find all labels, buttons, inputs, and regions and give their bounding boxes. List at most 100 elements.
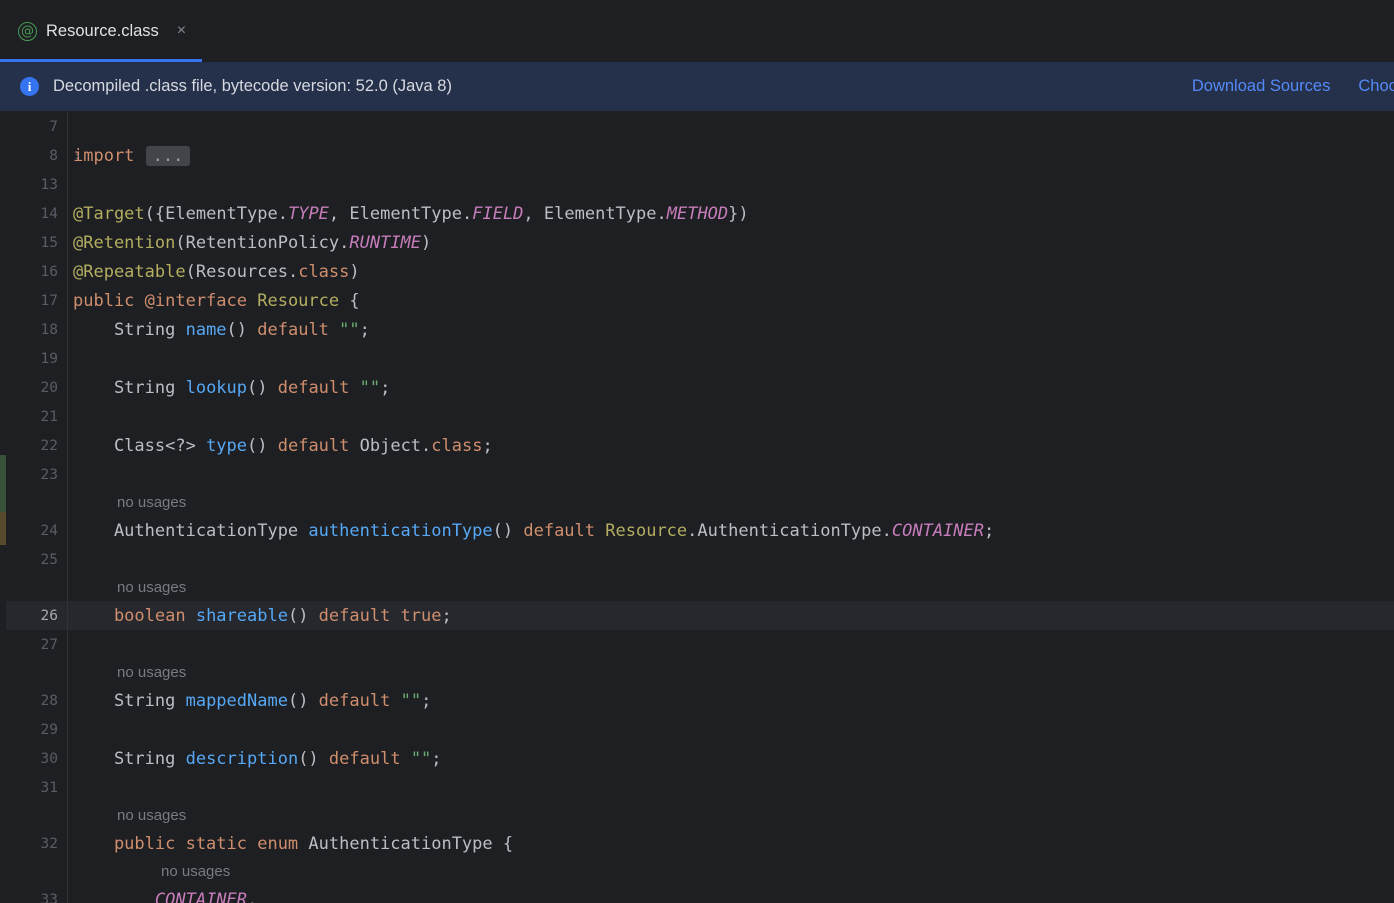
line-gutter[interactable]: 22 bbox=[0, 431, 68, 460]
code-text[interactable]: String lookup() default ""; bbox=[68, 373, 1394, 402]
code-line: 30 String description() default ""; bbox=[0, 744, 1394, 773]
code-text[interactable]: public @interface Resource { bbox=[68, 286, 1394, 315]
code-text[interactable]: public static enum AuthenticationType { bbox=[68, 829, 1394, 858]
fold-chevron-icon[interactable]: › bbox=[75, 149, 80, 163]
line-gutter[interactable]: 28 bbox=[0, 686, 68, 715]
code-text[interactable]: CONTAINER, bbox=[68, 885, 1394, 903]
code-line: 15 @Retention(RetentionPolicy. RUNTIME) bbox=[0, 228, 1394, 257]
vcs-change-marker[interactable] bbox=[0, 455, 6, 512]
code-text[interactable] bbox=[68, 630, 1394, 659]
annotation-at-icon: @ bbox=[18, 21, 37, 41]
code-line: 13 bbox=[0, 170, 1394, 199]
line-gutter[interactable]: 23 bbox=[0, 460, 68, 489]
code-text[interactable] bbox=[68, 715, 1394, 744]
line-gutter[interactable]: 14 bbox=[0, 199, 68, 228]
code-text[interactable] bbox=[68, 545, 1394, 574]
close-icon[interactable]: × bbox=[177, 23, 186, 39]
code-token: () bbox=[492, 520, 524, 541]
code-text[interactable]: String description() default ""; bbox=[68, 744, 1394, 773]
code-token: default bbox=[328, 748, 401, 769]
line-gutter[interactable]: 16 bbox=[0, 257, 68, 286]
code-line: 32 public static enum AuthenticationType… bbox=[0, 829, 1394, 858]
line-gutter[interactable]: 20 bbox=[0, 373, 68, 402]
code-text[interactable]: @Retention(RetentionPolicy. RUNTIME) bbox=[68, 228, 1394, 257]
code-token: mappedName bbox=[185, 690, 288, 711]
code-token: Resource bbox=[605, 520, 688, 541]
code-token: RUNTIME bbox=[349, 232, 422, 253]
code-token: String bbox=[73, 319, 186, 340]
code-line: 17 public @interface Resource { bbox=[0, 286, 1394, 315]
line-gutter[interactable]: 32 bbox=[0, 829, 68, 858]
choose-sources-link[interactable]: Choose So bbox=[1358, 77, 1394, 96]
inlay-hint[interactable]: no usages bbox=[68, 858, 1394, 885]
line-gutter[interactable]: 30 bbox=[0, 744, 68, 773]
line-gutter[interactable]: 21 bbox=[0, 402, 68, 431]
code-text[interactable] bbox=[68, 460, 1394, 489]
line-gutter[interactable]: 29 bbox=[0, 715, 68, 744]
code-token: "" bbox=[339, 319, 360, 340]
vcs-change-marker[interactable] bbox=[0, 512, 6, 545]
inlay-hint[interactable]: no usages bbox=[68, 574, 1394, 601]
code-text[interactable] bbox=[68, 344, 1394, 373]
line-gutter[interactable]: 7 bbox=[0, 112, 68, 141]
line-gutter[interactable]: 24 bbox=[0, 516, 68, 545]
code-token: CONTAINER bbox=[891, 520, 984, 541]
line-number: 23 bbox=[40, 466, 58, 483]
code-text[interactable] bbox=[68, 170, 1394, 199]
line-number: 13 bbox=[40, 176, 58, 193]
code-text[interactable]: boolean shareable() default true; bbox=[68, 601, 1394, 630]
tab-resource-class[interactable]: @ Resource.class × bbox=[0, 0, 203, 62]
code-text[interactable]: String mappedName() default ""; bbox=[68, 686, 1394, 715]
folded-imports-placeholder[interactable]: ... bbox=[145, 145, 191, 166]
line-gutter[interactable]: 8 › bbox=[0, 141, 80, 170]
code-text[interactable]: Class<?> type() default Object. class; bbox=[68, 431, 1394, 460]
code-text[interactable]: @Repeatable(Resources. class) bbox=[68, 257, 1394, 286]
code-text[interactable]: import ... bbox=[68, 141, 1394, 170]
line-gutter[interactable]: 26 bbox=[0, 601, 68, 630]
line-gutter[interactable]: 18 bbox=[0, 315, 68, 344]
code-text[interactable] bbox=[68, 402, 1394, 431]
download-sources-link[interactable]: Download Sources bbox=[1192, 77, 1331, 96]
line-number: 16 bbox=[40, 263, 58, 280]
code-text[interactable]: String name() default ""; bbox=[68, 315, 1394, 344]
code-token: ; bbox=[421, 690, 432, 711]
code-token: ) bbox=[349, 261, 360, 282]
inlay-hint-row: no usages bbox=[0, 574, 1394, 601]
no-usages-hint: no usages bbox=[161, 863, 231, 880]
line-gutter[interactable]: 15 bbox=[0, 228, 68, 257]
code-line: 21 bbox=[0, 402, 1394, 431]
code-line: 31 bbox=[0, 773, 1394, 802]
code-editor[interactable]: 7 8 › import ... 13 14 @Target({ElementType. TY… bbox=[0, 112, 1394, 903]
line-gutter[interactable]: 27 bbox=[0, 630, 68, 659]
line-number: 18 bbox=[40, 321, 58, 338]
line-gutter[interactable]: 25 bbox=[0, 545, 68, 574]
code-text[interactable]: AuthenticationType authenticationType() … bbox=[68, 516, 1394, 545]
inlay-hint[interactable]: no usages bbox=[68, 489, 1394, 516]
inlay-hint[interactable]: no usages bbox=[68, 659, 1394, 686]
code-token: AuthenticationType bbox=[73, 520, 309, 541]
code-token: Object. bbox=[349, 435, 432, 456]
inlay-hint[interactable]: no usages bbox=[68, 802, 1394, 829]
line-gutter[interactable]: 17 bbox=[0, 286, 68, 315]
no-usages-hint: no usages bbox=[117, 579, 187, 596]
line-gutter[interactable]: 33 bbox=[0, 885, 68, 903]
code-text[interactable]: @Target({ElementType. TYPE, ElementType. F… bbox=[68, 199, 1394, 228]
line-gutter[interactable]: 19 bbox=[0, 344, 68, 373]
code-token: default bbox=[523, 520, 596, 541]
line-gutter[interactable]: 31 bbox=[0, 773, 68, 802]
code-token: { bbox=[339, 290, 360, 311]
code-token: class bbox=[298, 261, 350, 282]
code-token: ; bbox=[984, 520, 995, 541]
code-text[interactable] bbox=[68, 112, 1394, 141]
code-token: AuthenticationType. bbox=[697, 520, 892, 541]
code-token: public static enum bbox=[73, 833, 309, 854]
code-text[interactable] bbox=[68, 773, 1394, 802]
notification-actions: Download Sources Choose So bbox=[1192, 77, 1394, 96]
code-line: 33 CONTAINER, bbox=[0, 885, 1394, 903]
inlay-hint-row: no usages bbox=[0, 489, 1394, 516]
code-token: @Target bbox=[73, 203, 145, 224]
line-gutter[interactable]: 13 bbox=[0, 170, 68, 199]
code-token: () bbox=[226, 319, 258, 340]
